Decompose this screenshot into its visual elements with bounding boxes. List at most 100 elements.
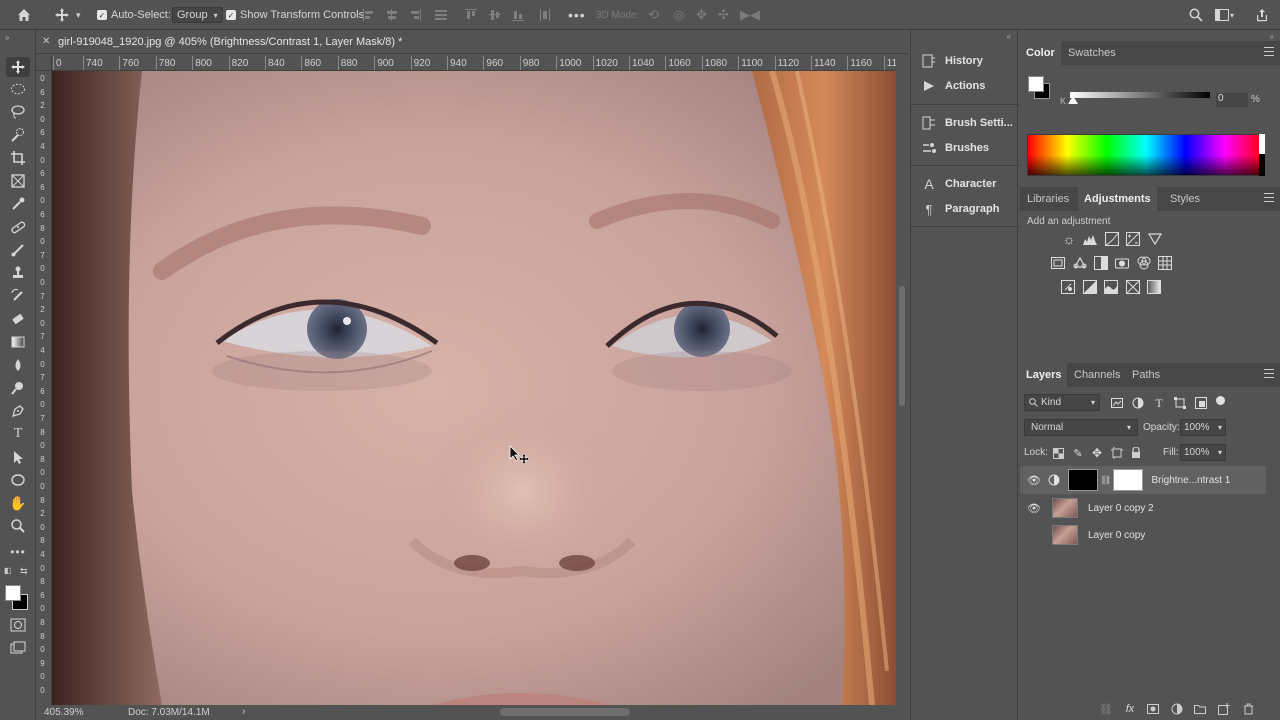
- add-mask-icon[interactable]: [1145, 701, 1161, 717]
- lock-all-icon[interactable]: [1128, 445, 1144, 461]
- paragraph-panel-button[interactable]: ¶ Paragraph: [921, 199, 1000, 219]
- hue-saturation-icon[interactable]: [1072, 255, 1088, 271]
- swap-colors-icon[interactable]: ⇆: [20, 566, 28, 577]
- trash-icon[interactable]: [1240, 701, 1256, 717]
- color-spectrum[interactable]: [1027, 134, 1265, 176]
- eye-icon[interactable]: 👁: [1026, 502, 1042, 515]
- marquee-tool[interactable]: [6, 79, 30, 99]
- default-colors-icon[interactable]: ◧: [4, 566, 12, 575]
- photo-filter-icon[interactable]: [1114, 255, 1130, 271]
- foreground-color-swatch[interactable]: [5, 585, 21, 601]
- brushes-panel-button[interactable]: Brushes: [921, 138, 989, 158]
- channel-mixer-icon[interactable]: [1136, 255, 1152, 271]
- blend-mode-dropdown[interactable]: Normal ▾: [1024, 419, 1138, 436]
- k-value-field[interactable]: 0: [1216, 93, 1248, 107]
- lock-position-icon[interactable]: ✥: [1089, 445, 1105, 461]
- crop-tool[interactable]: [6, 148, 30, 168]
- more-options-icon[interactable]: •••: [568, 0, 586, 30]
- move-tool[interactable]: [6, 57, 30, 77]
- filter-smart-object-icon[interactable]: [1193, 395, 1209, 411]
- dodge-tool[interactable]: [6, 378, 30, 398]
- healing-brush-tool[interactable]: [6, 217, 30, 237]
- horizontal-scrollbar[interactable]: [500, 708, 630, 716]
- 3d-roll-icon[interactable]: ◎: [673, 0, 684, 30]
- levels-icon[interactable]: [1082, 231, 1098, 247]
- foreground-color-chip[interactable]: [1028, 76, 1044, 92]
- color-lookup-icon[interactable]: [1157, 255, 1173, 271]
- edit-toolbar[interactable]: •••: [6, 542, 30, 562]
- tab-swatches[interactable]: Swatches: [1068, 41, 1116, 65]
- lasso-tool[interactable]: [6, 102, 30, 122]
- align-justify-icon[interactable]: [434, 0, 448, 30]
- lock-transparent-icon[interactable]: [1050, 445, 1066, 461]
- k-slider[interactable]: [1070, 92, 1210, 98]
- history-brush-tool[interactable]: [6, 286, 30, 306]
- auto-select-dropdown[interactable]: Group ▾: [172, 7, 223, 23]
- character-panel-button[interactable]: A Character: [921, 174, 996, 194]
- screen-mode-button[interactable]: [6, 638, 30, 658]
- filter-type-icon[interactable]: T: [1151, 395, 1167, 411]
- tab-styles[interactable]: Styles: [1170, 187, 1200, 211]
- lock-pixels-icon[interactable]: ✎: [1070, 445, 1086, 461]
- fx-icon[interactable]: fx: [1122, 701, 1138, 717]
- new-adjustment-icon[interactable]: [1169, 701, 1185, 717]
- tab-layers[interactable]: Layers: [1020, 363, 1068, 387]
- align-middle-icon[interactable]: [488, 0, 502, 30]
- quick-selection-tool[interactable]: [6, 125, 30, 145]
- close-icon[interactable]: ✕: [42, 36, 50, 47]
- collapse-panels-icon[interactable]: »: [1270, 32, 1274, 41]
- gradient-map-icon[interactable]: [1146, 279, 1162, 295]
- zoom-level[interactable]: 405.39%: [44, 707, 83, 718]
- show-transform-checkbox[interactable]: ✓ Show Transform Controls: [226, 0, 364, 30]
- opacity-field[interactable]: 100% ▾: [1180, 419, 1226, 436]
- share-icon[interactable]: [1256, 0, 1268, 30]
- tab-color[interactable]: Color: [1020, 41, 1061, 65]
- blur-tool[interactable]: [6, 355, 30, 375]
- panel-menu-icon[interactable]: [1264, 47, 1274, 56]
- clone-stamp-tool[interactable]: [6, 263, 30, 283]
- horizontal-ruler[interactable]: 0 740 760 780 800 820 840 860 880 900 920 940 960 980…: [52, 56, 896, 71]
- tab-adjustments[interactable]: Adjustments: [1078, 187, 1157, 211]
- slider-handle-icon[interactable]: [1068, 96, 1078, 104]
- align-bottom-icon[interactable]: [511, 0, 525, 30]
- document-tab[interactable]: ✕ girl-919048_1920.jpg @ 405% (Brightnes…: [36, 31, 908, 54]
- panel-menu-icon[interactable]: [1264, 369, 1274, 378]
- toolbar-collapse-icon[interactable]: »: [5, 33, 9, 42]
- invert-icon[interactable]: [1060, 279, 1076, 295]
- scroll-thumb[interactable]: [899, 286, 905, 406]
- filter-toggle-icon[interactable]: [1216, 396, 1225, 405]
- layer-row[interactable]: 👁 Layer 0 copy: [1026, 522, 1266, 548]
- frame-tool[interactable]: [6, 171, 30, 191]
- tool-preset-chevron-icon[interactable]: ▾: [76, 0, 81, 30]
- align-center-icon[interactable]: [385, 0, 399, 30]
- curves-icon[interactable]: [1104, 231, 1120, 247]
- link-icon[interactable]: ⛓: [1100, 475, 1111, 486]
- 3d-pan-icon[interactable]: ✥: [696, 0, 707, 30]
- 3d-slide-icon[interactable]: ✣: [718, 0, 729, 30]
- shape-tool[interactable]: [6, 470, 30, 490]
- white-swatch[interactable]: [1259, 134, 1265, 154]
- 3d-scale-icon[interactable]: ▶◀: [740, 0, 760, 30]
- brush-settings-panel-button[interactable]: Brush Setti...: [921, 113, 1013, 133]
- search-icon[interactable]: [1189, 0, 1203, 30]
- filter-pixel-icon[interactable]: [1109, 395, 1125, 411]
- link-layers-icon[interactable]: ⛓: [1098, 701, 1114, 717]
- workspace-chevron-icon[interactable]: ▾: [1230, 0, 1234, 30]
- black-white-icon[interactable]: [1093, 255, 1109, 271]
- new-group-icon[interactable]: [1192, 701, 1208, 717]
- eye-icon[interactable]: 👁: [1026, 474, 1042, 487]
- filter-adjustment-icon[interactable]: [1130, 395, 1146, 411]
- history-panel-button[interactable]: History: [921, 51, 983, 71]
- threshold-icon[interactable]: [1103, 279, 1119, 295]
- workspace-icon[interactable]: [1215, 0, 1229, 30]
- tab-libraries[interactable]: Libraries: [1027, 187, 1069, 211]
- distribute-icon[interactable]: [538, 0, 552, 30]
- path-selection-tool[interactable]: [6, 447, 30, 467]
- hidden-eye-icon[interactable]: 👁: [1026, 529, 1042, 542]
- filter-shape-icon[interactable]: [1172, 395, 1188, 411]
- vertical-ruler[interactable]: 0 6 2 0 6 4 0 6 6 0 6 8 0 7 0 0 7 2 0 7 4 0 7 6 0 7 8 0 8 0 0 8 2 0 8 4 0 8 6 0…: [36, 71, 52, 705]
- 3d-orbit-icon[interactable]: ⟲: [648, 0, 659, 30]
- tab-paths[interactable]: Paths: [1132, 363, 1160, 387]
- exposure-icon[interactable]: [1125, 231, 1141, 247]
- gradient-tool[interactable]: [6, 332, 30, 352]
